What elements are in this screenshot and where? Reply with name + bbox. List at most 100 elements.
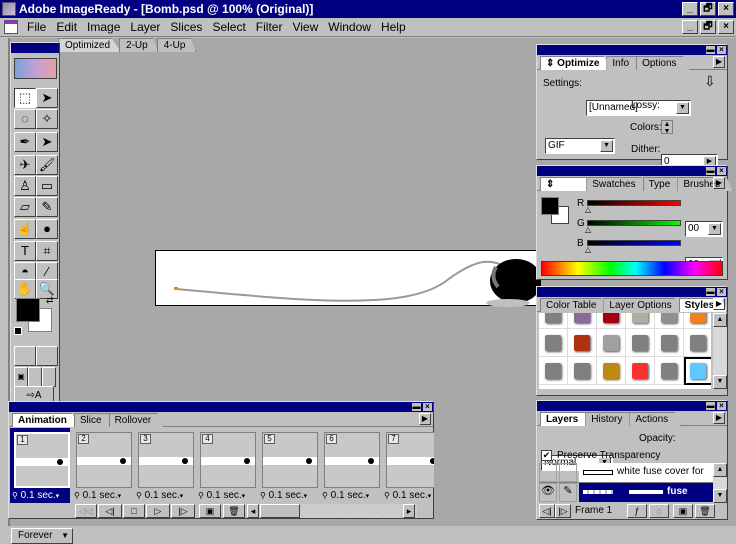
- tween-button[interactable]: ▣: [199, 504, 221, 518]
- slider-handle[interactable]: △: [585, 205, 591, 214]
- animation-frame[interactable]: 7: [386, 432, 434, 488]
- tab-animation[interactable]: Animation: [12, 413, 80, 427]
- tab-rollover[interactable]: Rollover: [108, 413, 165, 427]
- frame-delay[interactable]: ⚲ 0.1 sec.▾: [384, 490, 434, 502]
- frame-delay[interactable]: ⚲ 0.1 sec.▾: [322, 490, 382, 502]
- layer-effects-button[interactable]: ƒ: [627, 504, 647, 518]
- colors-stepper[interactable]: ▲ ▼: [661, 120, 673, 135]
- full-screen-button[interactable]: [42, 367, 56, 387]
- minimize-button[interactable]: _: [682, 2, 698, 16]
- animation-frame[interactable]: 6: [324, 432, 380, 488]
- type-tool[interactable]: T: [14, 241, 36, 261]
- menu-window[interactable]: Window: [323, 20, 376, 34]
- tab-swatches[interactable]: Swatches: [586, 177, 649, 191]
- style-swatch[interactable]: [568, 329, 597, 357]
- layer-row-selected[interactable]: 👁 ✎ fuse: [539, 483, 713, 503]
- next-frame-button[interactable]: |▷: [171, 504, 195, 518]
- tab-layer-options[interactable]: Layer Options: [603, 298, 685, 312]
- layers-scrollbar[interactable]: ▲ ▼: [713, 463, 727, 503]
- style-swatch[interactable]: [597, 313, 626, 329]
- menu-slices[interactable]: Slices: [165, 20, 207, 34]
- new-layer-button[interactable]: ▣: [673, 504, 693, 518]
- menu-help[interactable]: Help: [376, 20, 411, 34]
- frame-delay[interactable]: ⚲ 0.1 sec.▾: [260, 490, 320, 502]
- style-swatch[interactable]: [626, 329, 655, 357]
- foreground-color[interactable]: [16, 298, 40, 322]
- rectangle-tool[interactable]: ▭: [36, 176, 58, 196]
- tab-history[interactable]: History: [585, 412, 636, 426]
- animation-frame[interactable]: 4: [200, 432, 256, 488]
- menu-layer[interactable]: Layer: [125, 20, 165, 34]
- menu-select[interactable]: Select: [207, 20, 250, 34]
- tab-optimized[interactable]: Optimized: [58, 38, 122, 52]
- tab-slice[interactable]: Slice: [73, 413, 115, 427]
- style-swatch[interactable]: [568, 313, 597, 329]
- style-swatch[interactable]: [597, 357, 626, 385]
- color-ramp[interactable]: [541, 261, 723, 276]
- play-button[interactable]: ▷: [146, 504, 170, 518]
- animation-frame[interactable]: 1: [14, 432, 70, 488]
- style-swatch[interactable]: [655, 357, 684, 385]
- direct-select-tool[interactable]: ➤: [36, 132, 58, 152]
- delete-frame-button[interactable]: 🗑: [223, 504, 245, 518]
- pencil-tool[interactable]: ✎: [36, 197, 58, 217]
- style-swatch[interactable]: [626, 313, 655, 329]
- panel-menu-arrow[interactable]: ▶: [713, 298, 725, 310]
- layer-row[interactable]: white fuse cover for ...: [539, 463, 713, 488]
- channel-slider-r[interactable]: [587, 200, 681, 206]
- link-toggle[interactable]: [559, 463, 577, 482]
- pen-tool[interactable]: ✒: [14, 132, 36, 152]
- panel-menu-arrow[interactable]: ▶: [713, 56, 725, 68]
- animation-frame[interactable]: 2: [76, 432, 132, 488]
- layer-mask-button[interactable]: ◌: [649, 504, 669, 518]
- style-swatch[interactable]: [655, 329, 684, 357]
- menu-filter[interactable]: Filter: [251, 20, 288, 34]
- slider-handle[interactable]: △: [585, 225, 591, 234]
- style-swatch[interactable]: [597, 329, 626, 357]
- menu-file[interactable]: File: [22, 20, 51, 34]
- frame-delay[interactable]: ⚲ 0.1 sec.▾: [74, 490, 134, 502]
- document-icon[interactable]: [4, 20, 18, 34]
- screen-mode-button[interactable]: ▣: [14, 367, 28, 387]
- delete-layer-button[interactable]: 🗑: [695, 504, 715, 518]
- tab-type[interactable]: Type: [642, 177, 684, 191]
- style-swatch[interactable]: [684, 357, 711, 385]
- style-swatch[interactable]: [684, 313, 711, 329]
- loop-select[interactable]: Forever ▼: [11, 528, 73, 544]
- tab-actions[interactable]: Actions: [629, 412, 682, 426]
- animation-frame[interactable]: 3: [138, 432, 194, 488]
- lasso-tool[interactable]: ◌: [14, 109, 36, 129]
- styles-scrollbar[interactable]: ▲ ▼: [713, 313, 727, 389]
- optimize-menu-icon[interactable]: ⇩: [704, 73, 716, 90]
- animation-frame[interactable]: 5: [262, 432, 318, 488]
- imageready-logo[interactable]: [14, 58, 57, 79]
- brush-icon[interactable]: ✎: [559, 483, 577, 502]
- paintbrush-tool[interactable]: 🖌: [36, 155, 58, 175]
- channel-slider-b[interactable]: [587, 240, 681, 246]
- style-swatch[interactable]: [539, 329, 568, 357]
- frame-delay[interactable]: ⚲ 0.1 sec.▾: [198, 490, 258, 502]
- style-swatch[interactable]: [684, 329, 711, 357]
- image-canvas[interactable]: [155, 250, 542, 307]
- tab-optimize[interactable]: ⇕ Optimize: [540, 56, 613, 70]
- doc-close-button[interactable]: ×: [718, 20, 734, 34]
- tab-4-up[interactable]: 4-Up: [156, 38, 197, 52]
- channel-slider-g[interactable]: [587, 220, 681, 226]
- visibility-toggle[interactable]: [539, 463, 557, 482]
- swap-colors-icon[interactable]: ⇄: [46, 295, 54, 306]
- doc-minimize-button[interactable]: _: [682, 20, 698, 34]
- tab-2-up[interactable]: 2-Up: [119, 38, 159, 52]
- first-frame-button[interactable]: ◁◁: [75, 504, 97, 518]
- magic-wand-tool[interactable]: ✧: [36, 109, 58, 129]
- style-swatch[interactable]: [655, 313, 684, 329]
- style-swatch[interactable]: [539, 357, 568, 385]
- tab-color[interactable]: ⇕ Color: [540, 177, 593, 191]
- style-swatch[interactable]: [568, 357, 597, 385]
- preserve-transparency-checkbox[interactable]: ✔: [541, 450, 552, 461]
- menu-image[interactable]: Image: [82, 20, 125, 34]
- standard-mode-button[interactable]: [14, 346, 36, 366]
- panel-menu-arrow[interactable]: ▶: [713, 177, 725, 189]
- previous-frame-button[interactable]: ◁|: [539, 504, 555, 518]
- stop-button[interactable]: □: [123, 504, 145, 518]
- scroll-thumb[interactable]: [260, 504, 300, 518]
